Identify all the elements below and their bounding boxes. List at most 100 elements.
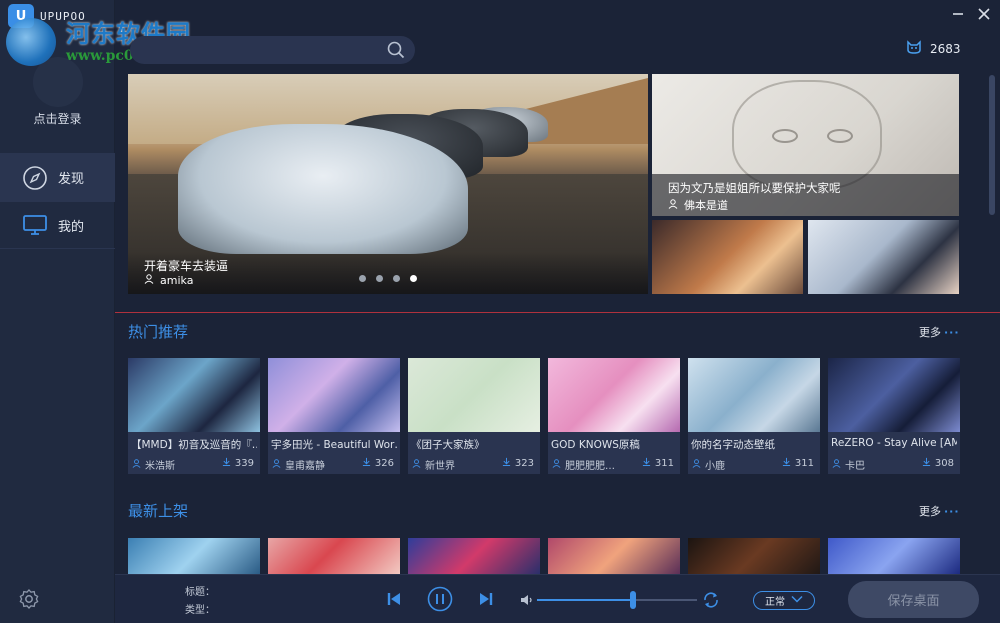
carousel-dot[interactable] bbox=[393, 275, 400, 282]
pause-icon[interactable] bbox=[427, 586, 453, 612]
latest-more-link[interactable]: 更多 ··· bbox=[919, 503, 960, 519]
more-label: 更多 bbox=[919, 326, 941, 339]
next-icon[interactable] bbox=[475, 588, 497, 610]
hot-card[interactable]: ReZERO - Stay Alive [AM… 卡巴 308 bbox=[828, 358, 960, 474]
hot-card-downloads: 339 bbox=[222, 457, 254, 469]
hot-card-downloads: 326 bbox=[362, 457, 394, 469]
hot-card-thumbnail[interactable] bbox=[268, 358, 400, 432]
banner-thumb[interactable] bbox=[808, 220, 959, 294]
close-icon[interactable] bbox=[976, 6, 992, 22]
latest-card[interactable] bbox=[548, 538, 680, 574]
banner-side-art bbox=[772, 129, 798, 143]
hot-card[interactable]: 【MMD】初音及巡音的『… 米浩斯 339 bbox=[128, 358, 260, 474]
user-icon bbox=[412, 458, 421, 471]
hot-card-title[interactable]: GOD KNOWS原稿 bbox=[551, 437, 677, 452]
hot-card-author[interactable]: 米浩斯 bbox=[132, 457, 175, 472]
hot-card-thumbnail[interactable] bbox=[548, 358, 680, 432]
carousel-dots bbox=[359, 275, 417, 282]
banner-side-art bbox=[827, 129, 853, 143]
banner-side[interactable]: 因为文乃是姐姐所以要保护大家呢 佛本是道 bbox=[652, 74, 959, 216]
banner-author[interactable]: amika bbox=[144, 274, 193, 287]
banner-thumb[interactable] bbox=[652, 220, 803, 294]
user-icon bbox=[832, 458, 841, 471]
latest-card[interactable] bbox=[128, 538, 260, 574]
banner-title[interactable]: 开着豪车去装逼 bbox=[144, 257, 228, 274]
player-type-label: 类型： bbox=[185, 605, 215, 616]
latest-card[interactable] bbox=[828, 538, 960, 574]
more-dots-icon: ··· bbox=[944, 325, 960, 339]
mode-select-value: 正常 bbox=[765, 597, 785, 608]
search-icon[interactable] bbox=[387, 41, 405, 59]
latest-card[interactable] bbox=[688, 538, 820, 574]
hot-card[interactable]: 你的名字动态壁纸 小鹿 311 bbox=[688, 358, 820, 474]
hot-card-download-count: 311 bbox=[794, 457, 814, 469]
hot-card-author[interactable]: 小鹿 bbox=[692, 457, 725, 472]
hot-card[interactable]: 宇多田光 - Beautiful Wor… 皇甫嘉静 326 bbox=[268, 358, 400, 474]
player-bar: 标题： 类型： 正常 保存桌面 bbox=[115, 574, 1000, 623]
banner-side-author[interactable]: 佛本是道 bbox=[668, 197, 728, 213]
minimize-icon[interactable] bbox=[950, 6, 966, 22]
hot-more-link[interactable]: 更多 ··· bbox=[919, 324, 960, 340]
user-icon bbox=[692, 458, 701, 471]
hot-card-author[interactable]: 卡巴 bbox=[832, 457, 865, 472]
hot-card-author[interactable]: 肥肥肥肥… bbox=[552, 457, 615, 472]
hot-card-author-name: 肥肥肥肥… bbox=[565, 461, 615, 472]
carousel-dot[interactable] bbox=[359, 275, 366, 282]
volume-icon[interactable] bbox=[520, 592, 534, 606]
hot-card[interactable]: GOD KNOWS原稿肥肥肥肥… 311 bbox=[548, 358, 680, 474]
hot-card-title[interactable]: 【MMD】初音及巡音的『… bbox=[131, 437, 257, 452]
volume-slider-handle[interactable] bbox=[630, 591, 636, 609]
hot-card-thumbnail[interactable] bbox=[408, 358, 540, 432]
banner-side-author-name: 佛本是道 bbox=[684, 199, 728, 212]
hot-card-author[interactable]: 皇甫嘉静 bbox=[272, 457, 325, 472]
hot-card-download-count: 308 bbox=[934, 457, 954, 469]
user-icon bbox=[132, 458, 141, 471]
banner-author-name: amika bbox=[160, 274, 194, 287]
mode-select[interactable]: 正常 bbox=[753, 591, 815, 610]
carousel-dot-active[interactable] bbox=[410, 275, 417, 282]
hot-card-downloads: 311 bbox=[642, 457, 674, 469]
loop-icon[interactable] bbox=[702, 591, 720, 609]
coin-balance[interactable]: 2683 bbox=[906, 40, 961, 57]
sidebar-item-mine[interactable]: 我的 bbox=[0, 201, 115, 249]
download-icon bbox=[642, 457, 651, 469]
carousel-dot[interactable] bbox=[376, 275, 383, 282]
scrollbar[interactable] bbox=[989, 75, 995, 215]
hot-card[interactable]: 《团子大家族》 新世界 323 bbox=[408, 358, 540, 474]
volume-slider-track[interactable] bbox=[537, 599, 697, 601]
app-logo-text: UPUPOO bbox=[40, 9, 86, 23]
hot-card-title[interactable]: 宇多田光 - Beautiful Wor… bbox=[271, 437, 397, 452]
latest-card[interactable] bbox=[268, 538, 400, 574]
coin-count: 2683 bbox=[930, 41, 961, 56]
avatar[interactable] bbox=[33, 57, 83, 107]
hot-card-download-count: 323 bbox=[514, 457, 534, 469]
hot-card-thumbnail[interactable] bbox=[688, 358, 820, 432]
hot-card-thumbnail[interactable] bbox=[828, 358, 960, 432]
hot-card-thumbnail[interactable] bbox=[128, 358, 260, 432]
hot-card-download-count: 326 bbox=[374, 457, 394, 469]
latest-card[interactable] bbox=[408, 538, 540, 574]
hot-card-title[interactable]: ReZERO - Stay Alive [AM… bbox=[831, 437, 957, 449]
banner-side-title[interactable]: 因为文乃是姐姐所以要保护大家呢 bbox=[668, 180, 841, 196]
hot-card-download-count: 311 bbox=[654, 457, 674, 469]
hot-card-download-count: 339 bbox=[234, 457, 254, 469]
save-desktop-button[interactable]: 保存桌面 bbox=[848, 581, 979, 618]
banner-car bbox=[178, 124, 468, 254]
sidebar: U UPUPOO 点击登录 发现 我的 bbox=[0, 0, 115, 623]
banner-main[interactable]: 开着豪车去装逼 amika bbox=[128, 74, 648, 294]
volume-slider-fill bbox=[537, 599, 633, 601]
search-input[interactable] bbox=[130, 36, 415, 64]
sidebar-item-discover[interactable]: 发现 bbox=[0, 153, 115, 201]
section-title-hot: 热门推荐 bbox=[128, 323, 189, 341]
hot-card-author[interactable]: 新世界 bbox=[412, 457, 455, 472]
hot-card-title[interactable]: 《团子大家族》 bbox=[411, 437, 537, 452]
download-icon bbox=[502, 457, 511, 469]
hot-card-title[interactable]: 你的名字动态壁纸 bbox=[691, 437, 817, 452]
previous-icon[interactable] bbox=[383, 588, 405, 610]
compass-icon bbox=[22, 165, 48, 191]
sidebar-item-label: 我的 bbox=[58, 219, 85, 235]
login-link[interactable]: 点击登录 bbox=[0, 110, 115, 127]
settings-gear-icon[interactable] bbox=[18, 588, 40, 610]
user-icon bbox=[552, 458, 561, 471]
download-icon bbox=[922, 457, 931, 469]
